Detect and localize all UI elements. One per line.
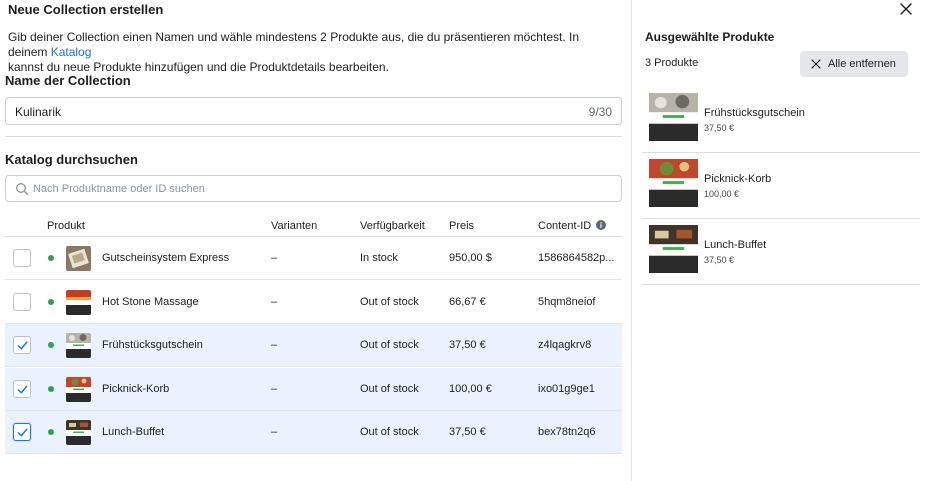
selected-product-price: 100,00 € — [704, 189, 740, 199]
product-name: Hot Stone Massage — [102, 295, 199, 308]
collection-name-field[interactable]: Kulinarik 9/30 — [5, 97, 622, 125]
product-search-input[interactable]: Nach Produktname oder ID suchen — [5, 175, 622, 202]
product-price: 37,50 € — [449, 339, 486, 351]
catalog-link[interactable]: Katalog — [51, 45, 92, 59]
product-price: 100,00 € — [449, 382, 492, 395]
divider — [5, 136, 622, 137]
product-thumbnail — [66, 333, 91, 358]
product-variants: – — [271, 252, 278, 264]
selected-product-item: Lunch-Buffet 37,50 € — [642, 219, 920, 285]
product-name: Gutscheinsystem Express — [102, 252, 230, 264]
selected-product-thumbnail — [649, 159, 698, 207]
description-text-2: kannst du neue Produkte hinzufügen und d… — [8, 60, 389, 74]
product-name: Frühstücksgutschein — [102, 339, 203, 351]
product-availability: In stock — [360, 252, 398, 264]
status-dot — [48, 385, 54, 392]
row-checkbox[interactable] — [13, 249, 31, 267]
status-dot — [48, 342, 54, 348]
row-checkbox[interactable] — [13, 423, 31, 441]
status-dot — [48, 429, 54, 435]
remove-all-button[interactable]: Alle entfernen — [800, 51, 908, 77]
selected-product-item: Frühstücksgutschein 37,50 € — [642, 87, 920, 153]
table-row[interactable]: Hot Stone Massage – Out of stock 66,67 € 5hq… — [5, 281, 622, 324]
left-panel: Neue Collection erstellen Gib deiner Col… — [0, 0, 630, 481]
product-availability: Out of stock — [360, 382, 419, 395]
table-row[interactable]: Picknick-Korb – Out of stock 100,00 € ixo01g… — [5, 367, 622, 411]
header-variants: Varianten — [271, 220, 318, 232]
dialog-description: Gib deiner Collection einen Namen und wä… — [8, 30, 620, 75]
info-icon[interactable] — [596, 220, 607, 230]
product-variants: – — [271, 295, 278, 308]
selected-product-item: Picknick-Korb 100,00 € — [642, 153, 920, 219]
product-content-id: 1586864582p... — [538, 252, 615, 264]
selected-product-name: Lunch-Buffet — [704, 239, 767, 251]
header-product: Produkt — [47, 220, 85, 232]
product-variants: – — [271, 426, 278, 438]
product-content-id: 5hqm8neiof — [538, 295, 596, 308]
selected-product-thumbnail — [649, 93, 698, 141]
table-row[interactable]: Gutscheinsystem Express – In stock 950,00 $… — [5, 237, 622, 280]
header-price: Preis — [449, 220, 475, 232]
checkmark-icon — [17, 385, 28, 393]
checkmark-icon — [17, 428, 28, 437]
product-content-id: ixo01g9ge1 — [538, 382, 595, 395]
product-availability: Out of stock — [360, 426, 419, 438]
product-variants: – — [271, 382, 278, 395]
close-icon — [811, 59, 821, 69]
product-thumbnail — [66, 420, 91, 445]
dialog-title: Neue Collection erstellen — [8, 2, 164, 17]
header-content-id: Content-ID — [538, 220, 607, 232]
row-checkbox[interactable] — [13, 292, 31, 311]
selected-products-panel: Ausgewählte Produkte 3 Produkte Alle ent… — [631, 0, 926, 481]
product-availability: Out of stock — [360, 339, 419, 351]
selected-products-title: Ausgewählte Produkte — [645, 30, 775, 44]
remove-all-label: Alle entfernen — [828, 58, 896, 70]
header-content-id-label: Content-ID — [538, 220, 592, 232]
selected-product-name: Frühstücksgutschein — [704, 107, 805, 119]
product-price: 37,50 € — [449, 426, 486, 438]
product-content-id: bex78tn2q6 — [538, 426, 596, 438]
product-content-id: z4lqagkrv8 — [538, 339, 592, 351]
checkmark-icon — [17, 341, 28, 350]
header-availability: Verfügbarkeit — [360, 220, 425, 232]
status-dot — [48, 298, 54, 305]
search-icon — [16, 183, 29, 196]
table-row[interactable]: Frühstücksgutschein – Out of stock 37,50 € z… — [5, 324, 622, 367]
description-text: Gib deiner Collection einen Namen und wä… — [8, 30, 580, 59]
collection-name-label: Name der Collection — [5, 73, 131, 88]
collection-name-value[interactable]: Kulinarik — [15, 105, 61, 119]
char-counter: 9/30 — [588, 105, 612, 119]
selected-product-price: 37,50 € — [704, 123, 735, 133]
selected-product-price: 37,50 € — [704, 255, 735, 265]
selected-product-thumbnail — [649, 225, 698, 273]
product-price: 950,00 $ — [449, 252, 492, 264]
product-thumbnail — [66, 289, 91, 315]
product-thumbnail — [66, 246, 91, 271]
table-row[interactable]: Lunch-Buffet – Out of stock 37,50 € bex78tn2… — [5, 411, 622, 454]
row-checkbox[interactable] — [13, 379, 31, 398]
product-availability: Out of stock — [360, 295, 419, 308]
status-dot — [48, 255, 54, 261]
selected-products-count: 3 Produkte — [645, 57, 699, 69]
product-variants: – — [271, 339, 278, 351]
search-placeholder: Nach Produktname oder ID suchen — [33, 183, 205, 195]
product-name: Lunch-Buffet — [102, 426, 165, 438]
product-thumbnail — [66, 376, 91, 402]
product-price: 66,67 € — [449, 295, 486, 308]
product-name: Picknick-Korb — [102, 382, 170, 395]
row-checkbox[interactable] — [13, 336, 31, 354]
selected-product-name: Picknick-Korb — [704, 173, 772, 185]
catalog-search-label: Katalog durchsuchen — [5, 152, 138, 167]
